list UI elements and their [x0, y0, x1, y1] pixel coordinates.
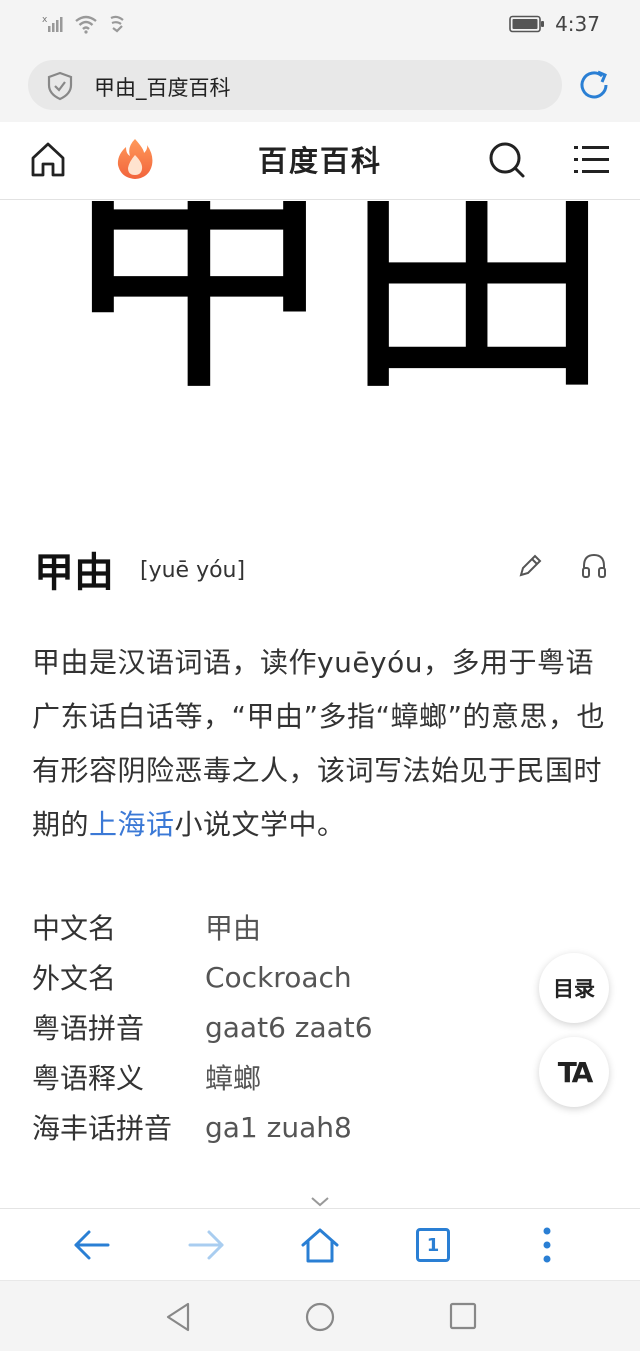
- info-row: 粤语释义 蟑螂: [32, 1052, 532, 1102]
- ta-button[interactable]: TA: [539, 1037, 609, 1107]
- nav-title: 百度百科: [257, 144, 382, 178]
- summary-text-end: 小说文学中。: [174, 808, 346, 841]
- info-label: 粤语拼音: [32, 1012, 145, 1045]
- table-of-contents-button[interactable]: 目录: [539, 953, 609, 1023]
- svg-text:x: x: [42, 15, 48, 25]
- hero-text: 甲由: [56, 201, 620, 431]
- battery-icon: [509, 15, 545, 33]
- shanghai-dialect-link[interactable]: 上海话: [89, 808, 175, 841]
- forward-arrow-icon[interactable]: [186, 1227, 226, 1263]
- edit-icon[interactable]: [516, 552, 544, 580]
- url-text[interactable]: 甲由_百度百科: [94, 72, 231, 102]
- status-time: 4:37: [555, 12, 600, 36]
- home-circle-icon[interactable]: [304, 1301, 336, 1333]
- recents-square-icon[interactable]: [448, 1301, 478, 1331]
- info-label: 外文名: [32, 962, 117, 995]
- entry-pinyin: [yuē yóu]: [140, 558, 246, 583]
- entry-title-row: 甲由 [yuē yóu]: [34, 538, 614, 598]
- info-label: 中文名: [32, 912, 117, 945]
- system-nav-bar: [0, 1280, 640, 1351]
- url-bar[interactable]: 甲由_百度百科: [28, 60, 562, 110]
- chevron-down-icon[interactable]: [310, 1196, 330, 1208]
- tab-count: 1: [426, 1234, 440, 1256]
- reload-icon[interactable]: [576, 67, 612, 103]
- search-icon[interactable]: [488, 141, 526, 179]
- site-nav: 百度百科: [0, 122, 640, 200]
- info-row: 中文名 甲由: [32, 902, 532, 952]
- shield-icon[interactable]: [46, 71, 74, 101]
- url-bar-area: 甲由_百度百科: [0, 52, 640, 122]
- menu-icon[interactable]: [574, 143, 610, 177]
- audio-icon[interactable]: [580, 552, 608, 580]
- info-value: ga1 zuah8: [205, 1110, 352, 1144]
- hero-image: 甲由: [0, 201, 640, 501]
- info-row: 粤语拼音 gaat6 zaat6: [32, 1002, 532, 1052]
- info-row: 海丰话拼音 ga1 zuah8: [32, 1102, 532, 1152]
- info-value: 蟑螂: [205, 1062, 262, 1095]
- more-icon[interactable]: [540, 1226, 554, 1266]
- back-triangle-icon[interactable]: [164, 1301, 192, 1333]
- status-icons-right: 4:37: [509, 12, 600, 36]
- info-value: gaat6 zaat6: [205, 1010, 373, 1044]
- status-bar: x 4:37: [0, 0, 640, 52]
- home-icon[interactable]: [300, 1227, 340, 1265]
- back-arrow-icon[interactable]: [72, 1227, 112, 1263]
- browser-toolbar: 1: [0, 1208, 640, 1280]
- info-value: Cockroach: [205, 960, 352, 994]
- status-icons-left: x: [42, 14, 126, 34]
- info-label: 粤语释义: [32, 1062, 145, 1095]
- entry-title: 甲由: [34, 550, 114, 596]
- wifi-icon: [75, 15, 97, 34]
- basic-info: 中文名 甲由 外文名 Cockroach 粤语拼音 gaat6 zaat6 粤语…: [32, 902, 532, 1152]
- info-label: 海丰话拼音: [32, 1112, 173, 1145]
- tabs-icon[interactable]: 1: [416, 1228, 450, 1262]
- no-sim-signal-icon: x: [42, 15, 63, 32]
- entry-summary: 甲由是汉语词语，读作yuēyóu，多用于粤语广东话白话等，“甲由”多指“蟑螂”的…: [32, 636, 612, 852]
- info-row: 外文名 Cockroach: [32, 952, 532, 1002]
- nfc-icon: [110, 15, 124, 33]
- info-value: 甲由: [205, 912, 262, 945]
